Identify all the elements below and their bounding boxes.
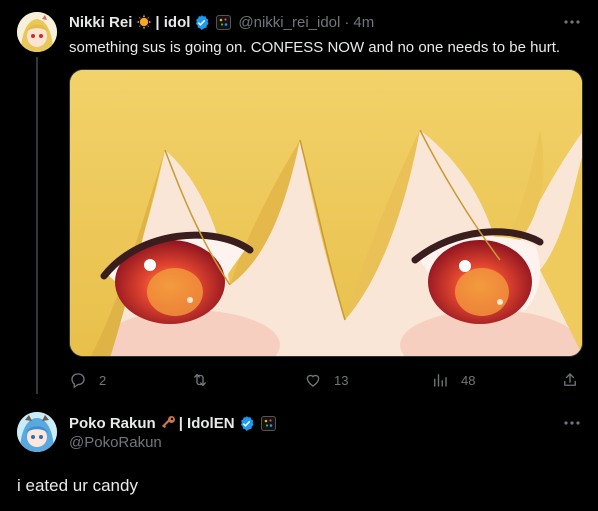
tweet-media-image[interactable] — [69, 69, 583, 357]
share-icon — [564, 373, 576, 386]
more-icon[interactable] — [562, 413, 582, 433]
share-button[interactable] — [561, 369, 579, 391]
tweet-poko[interactable]: Poko Rakun | IdolEN @PokoRakun i eated u… — [0, 395, 598, 511]
avatar-nikki[interactable] — [17, 12, 57, 52]
tweet-text: i eated ur candy — [17, 476, 138, 495]
views-button[interactable]: 48 — [431, 369, 475, 391]
timestamp[interactable]: 4m — [353, 14, 374, 31]
tweet-actions: 2 13 48 — [69, 369, 583, 391]
author-suffix: | idol — [155, 13, 191, 31]
reply-button[interactable]: 2 — [69, 369, 106, 391]
repost-button[interactable] — [191, 369, 221, 391]
tweet-header: Nikki Rei | idol @nikki_rei_idol · 4m — [69, 12, 374, 32]
key-emoji-icon — [160, 415, 176, 431]
reply-icon — [71, 373, 85, 389]
thread-connector-line — [36, 57, 38, 394]
author-handle[interactable]: @PokoRakun — [69, 434, 162, 451]
author-suffix: | IdolEN — [178, 414, 235, 432]
views-count: 48 — [461, 372, 476, 388]
avatar-poko[interactable] — [17, 412, 57, 452]
repost-icon — [194, 374, 206, 386]
like-button[interactable]: 13 — [304, 369, 348, 391]
affiliate-badge-icon[interactable] — [260, 415, 276, 431]
like-icon — [306, 374, 320, 387]
separator-dot: · — [344, 13, 350, 31]
verified-badge-icon — [193, 14, 210, 31]
more-icon[interactable] — [562, 12, 582, 32]
reply-count: 2 — [99, 372, 107, 388]
author-name[interactable]: Nikki Rei — [69, 14, 132, 31]
like-count: 13 — [334, 372, 349, 388]
author-name[interactable]: Poko Rakun — [69, 415, 156, 432]
affiliate-badge-icon[interactable] — [216, 14, 232, 30]
sun-emoji-icon — [136, 14, 152, 30]
verified-badge-icon — [238, 415, 255, 432]
tweet-header: Poko Rakun | IdolEN — [69, 413, 276, 433]
tweet-text: something sus is going on. CONFESS NOW a… — [69, 39, 561, 56]
author-handle[interactable]: @nikki_rei_idol — [238, 14, 340, 31]
views-icon — [434, 374, 447, 387]
tweet-nikki[interactable]: Nikki Rei | idol @nikki_rei_idol · 4m so… — [0, 0, 598, 395]
